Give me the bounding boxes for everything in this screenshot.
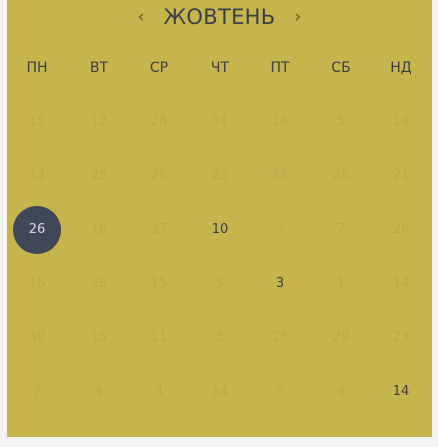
calendar-day[interactable]: 14	[266, 112, 294, 132]
weekday-label: СР	[149, 60, 169, 76]
calendar-day[interactable]: 26	[387, 220, 415, 240]
calendar-day[interactable]: 15	[145, 274, 173, 294]
calendar-day[interactable]: 7	[327, 220, 355, 240]
calendar-day[interactable]: 23	[206, 166, 234, 186]
calendar-day[interactable]: 29	[327, 328, 355, 348]
weekday-label: ПН	[26, 60, 48, 76]
calendar-day[interactable]: 26	[327, 166, 355, 186]
calendar-day[interactable]: 4	[327, 382, 355, 402]
calendar-widget: ‹ ЖОВТЕНЬ › ПН ВТ СР ЧТ ПТ СБ НД 15 12 28 3…	[7, 0, 432, 437]
calendar-day[interactable]: 25	[266, 328, 294, 348]
calendar-header: ‹ ЖОВТЕНЬ ›	[7, 0, 432, 34]
calendar-day[interactable]: 16	[23, 274, 51, 294]
calendar-day[interactable]: 3	[266, 274, 294, 294]
weekday-label: СБ	[331, 60, 351, 76]
calendar-day[interactable]: 4	[85, 382, 113, 402]
calendar-day[interactable]: 14	[387, 382, 415, 402]
calendar-day[interactable]: 9	[266, 382, 294, 402]
calendar-day[interactable]: 10	[206, 220, 234, 240]
calendar-day[interactable]: 27	[145, 220, 173, 240]
calendar-day[interactable]: 25	[85, 166, 113, 186]
calendar-day[interactable]: 13	[23, 166, 51, 186]
calendar-day[interactable]: 5	[327, 112, 355, 132]
calendar-day[interactable]: 15	[23, 112, 51, 132]
calendar-day[interactable]: 28	[145, 112, 173, 132]
calendar-day[interactable]: 5	[206, 274, 234, 294]
calendar-day[interactable]: 21	[387, 166, 415, 186]
calendar-day[interactable]: 11	[145, 328, 173, 348]
calendar-day[interactable]: 3	[266, 220, 294, 240]
calendar-day[interactable]: 1	[327, 274, 355, 294]
calendar-day[interactable]: 29	[85, 274, 113, 294]
calendar-day[interactable]: 30	[23, 328, 51, 348]
calendar-day[interactable]: 14	[387, 112, 415, 132]
calendar-day[interactable]: 4	[145, 382, 173, 402]
weekday-label: НД	[390, 60, 412, 76]
calendar-day[interactable]: 31	[206, 112, 234, 132]
calendar-day[interactable]: 28	[266, 166, 294, 186]
calendar-day-selected[interactable]: 26	[13, 206, 61, 254]
calendar-day[interactable]: 7	[23, 382, 51, 402]
month-title: ЖОВТЕНЬ	[163, 5, 276, 29]
weekday-label: ЧТ	[210, 60, 230, 76]
calendar-day[interactable]: 14	[206, 382, 234, 402]
calendar-day[interactable]: 26	[145, 166, 173, 186]
chevron-left-icon[interactable]: ‹	[132, 8, 151, 26]
calendar-day[interactable]: 12	[85, 112, 113, 132]
calendar-day[interactable]: 15	[85, 328, 113, 348]
calendar-day[interactable]: 14	[387, 274, 415, 294]
calendar-day[interactable]: 23	[387, 328, 415, 348]
chevron-right-icon[interactable]: ›	[288, 8, 307, 26]
calendar-day[interactable]: 18	[85, 220, 113, 240]
weekday-label: ПТ	[270, 60, 290, 76]
weekday-label: ВТ	[89, 60, 109, 76]
calendar-day[interactable]: 5	[206, 328, 234, 348]
